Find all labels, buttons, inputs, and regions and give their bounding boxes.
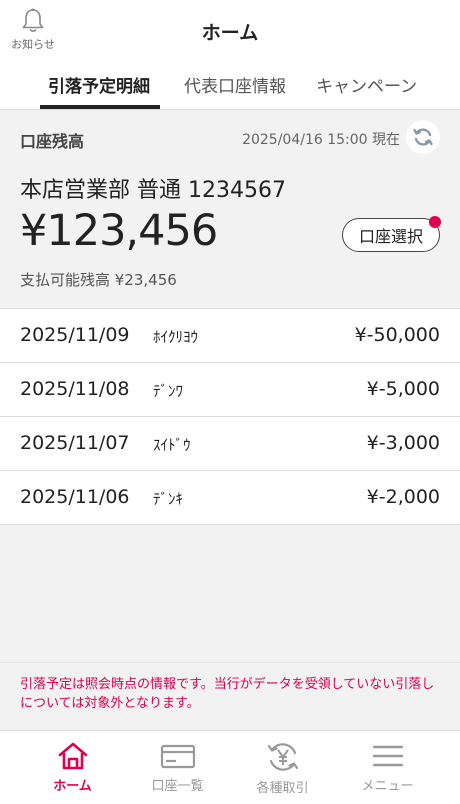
tab-bar: 引落予定明細 代表口座情報 キャンペーン	[0, 62, 460, 110]
account-info: 本店営業部 普通 1234567	[20, 178, 286, 203]
table-row[interactable]: 2025/11/08 ﾃﾞﾝﾜ ¥-5,000	[0, 363, 460, 417]
app-header: お知らせ ホーム	[0, 0, 460, 62]
transaction-amount: ¥-50,000	[354, 324, 440, 346]
transaction-description: ｽｲﾄﾞｳ	[153, 436, 191, 454]
transaction-date: 2025/11/09	[20, 324, 130, 346]
card-icon	[160, 744, 195, 769]
as-of-timestamp: 2025/04/16 15:00 現在	[242, 132, 400, 148]
transaction-description: ﾎｲｸﾘﾖｳ	[153, 328, 199, 346]
nav-transactions[interactable]: 各種取引	[225, 731, 340, 804]
transaction-amount: ¥-3,000	[366, 432, 440, 454]
active-tab-indicator	[40, 105, 160, 109]
table-row[interactable]: 2025/11/06 ﾃﾞﾝｷ ¥-2,000	[0, 471, 460, 525]
transaction-amount: ¥-2,000	[366, 486, 440, 508]
table-row[interactable]: 2025/11/07 ｽｲﾄﾞｳ ¥-3,000	[0, 417, 460, 471]
nav-label: 口座一覧	[151, 779, 204, 794]
transaction-description: ﾃﾞﾝｷ	[153, 490, 184, 508]
disclaimer-text: 引落予定は照会時点の情報です。当行がデータを受領していない引落しについては対象外…	[0, 662, 460, 730]
balance-amount: ¥123,456	[20, 206, 218, 256]
nav-menu[interactable]: メニュー	[330, 731, 445, 804]
transaction-list: 2025/11/09 ﾎｲｸﾘﾖｳ ¥-50,000 2025/11/08 ﾃﾞ…	[0, 308, 460, 525]
menu-icon	[372, 745, 403, 767]
nav-label: 各種取引	[256, 781, 309, 796]
transaction-description: ﾃﾞﾝﾜ	[153, 382, 184, 400]
nav-home[interactable]: ホーム	[15, 731, 130, 804]
refresh-button[interactable]	[406, 120, 440, 154]
balance-card: 本店営業部 普通 1234567 ¥123,456 口座選択 支払可能残高 ¥2…	[0, 164, 460, 308]
bottom-nav: ホーム 口座一覧 各種取引 メニュー	[0, 730, 460, 804]
nav-account-list[interactable]: 口座一覧	[120, 731, 235, 804]
transaction-date: 2025/11/06	[20, 486, 130, 508]
refresh-icon	[413, 128, 433, 146]
page-title: ホーム	[201, 22, 259, 44]
transaction-date: 2025/11/07	[20, 432, 130, 454]
available-balance: 支払可能残高 ¥23,456	[20, 271, 177, 289]
yen-exchange-icon	[267, 743, 298, 771]
balance-label: 口座残高	[20, 132, 85, 151]
nav-label: メニュー	[361, 779, 414, 794]
table-row[interactable]: 2025/11/09 ﾎｲｸﾘﾖｳ ¥-50,000	[0, 309, 460, 363]
balance-header: 口座残高 2025/04/16 15:00 現在	[0, 110, 460, 164]
tab-main-account-info[interactable]: 代表口座情報	[184, 72, 286, 110]
tab-campaign[interactable]: キャンペーン	[316, 72, 417, 110]
home-icon	[58, 742, 87, 770]
nav-label: ホーム	[53, 779, 92, 794]
account-select-button[interactable]: 口座選択	[342, 218, 440, 252]
transaction-date: 2025/11/08	[20, 378, 130, 400]
transaction-amount: ¥-5,000	[366, 378, 440, 400]
notification-dot	[429, 216, 441, 228]
